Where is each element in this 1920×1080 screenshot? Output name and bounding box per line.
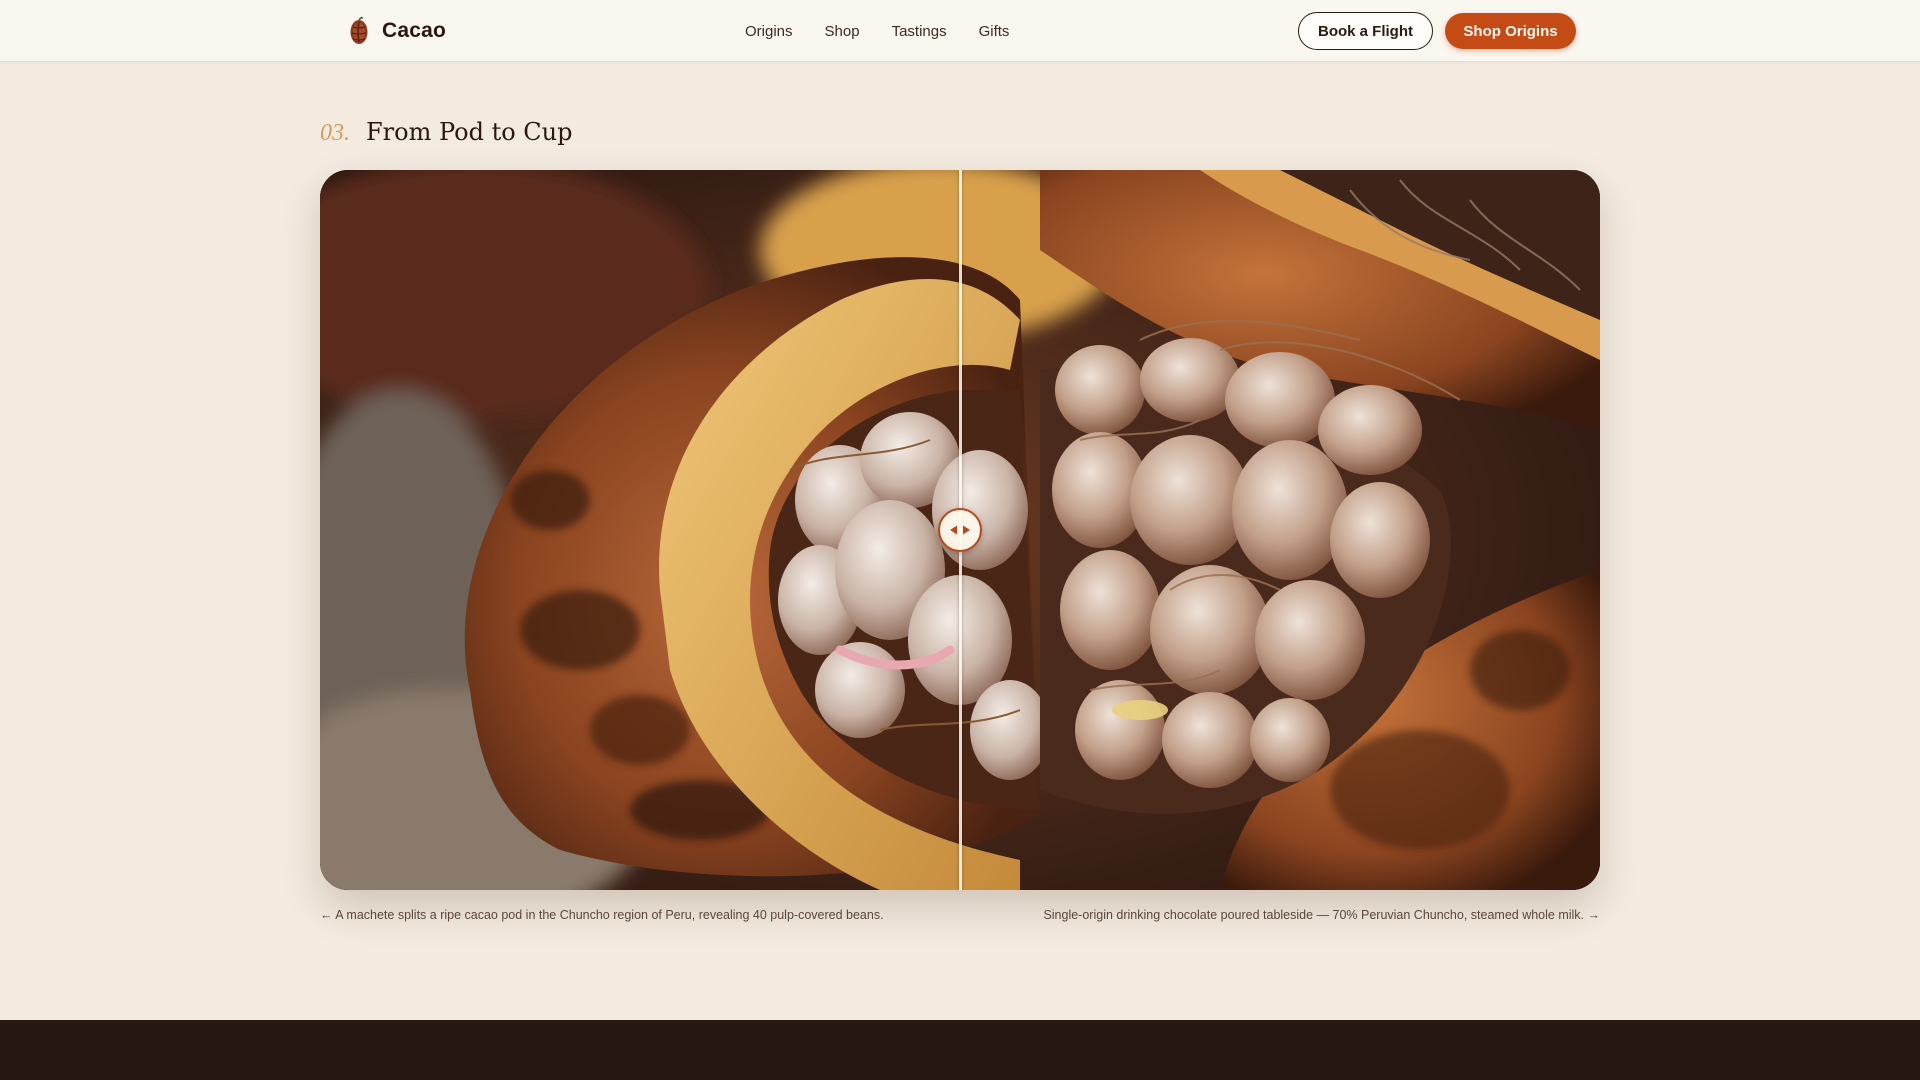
nav-link-tastings[interactable]: Tastings: [892, 23, 947, 40]
nav-link-shop[interactable]: Shop: [825, 23, 860, 40]
before-after-compare[interactable]: [320, 170, 1600, 890]
book-flight-button[interactable]: Book a Flight: [1298, 12, 1433, 50]
nav-link-gifts[interactable]: Gifts: [979, 23, 1010, 40]
brand-name: Cacao: [382, 19, 447, 42]
main-nav: Origins Shop Tastings Gifts: [745, 0, 1009, 62]
nav-link-origins[interactable]: Origins: [745, 23, 793, 40]
compare-handle[interactable]: [938, 508, 982, 552]
section-heading: 03. From Pod to Cup: [320, 118, 572, 147]
caption-after: Single-origin drinking chocolate poured …: [1043, 908, 1600, 922]
brand-link[interactable]: Cacao: [348, 14, 446, 48]
section-number: 03.: [320, 120, 350, 146]
shop-origins-button[interactable]: Shop Origins: [1445, 13, 1576, 49]
site-footer: [0, 1020, 1920, 1080]
left-right-arrows-icon: [950, 525, 970, 535]
cacao-bean-logo-icon: [350, 16, 368, 44]
site-header: Cacao Origins Shop Tastings Gifts Book a…: [0, 0, 1920, 62]
caption-before: ← A machete splits a ripe cacao pod in t…: [320, 908, 884, 922]
section-title: From Pod to Cup: [366, 118, 573, 146]
